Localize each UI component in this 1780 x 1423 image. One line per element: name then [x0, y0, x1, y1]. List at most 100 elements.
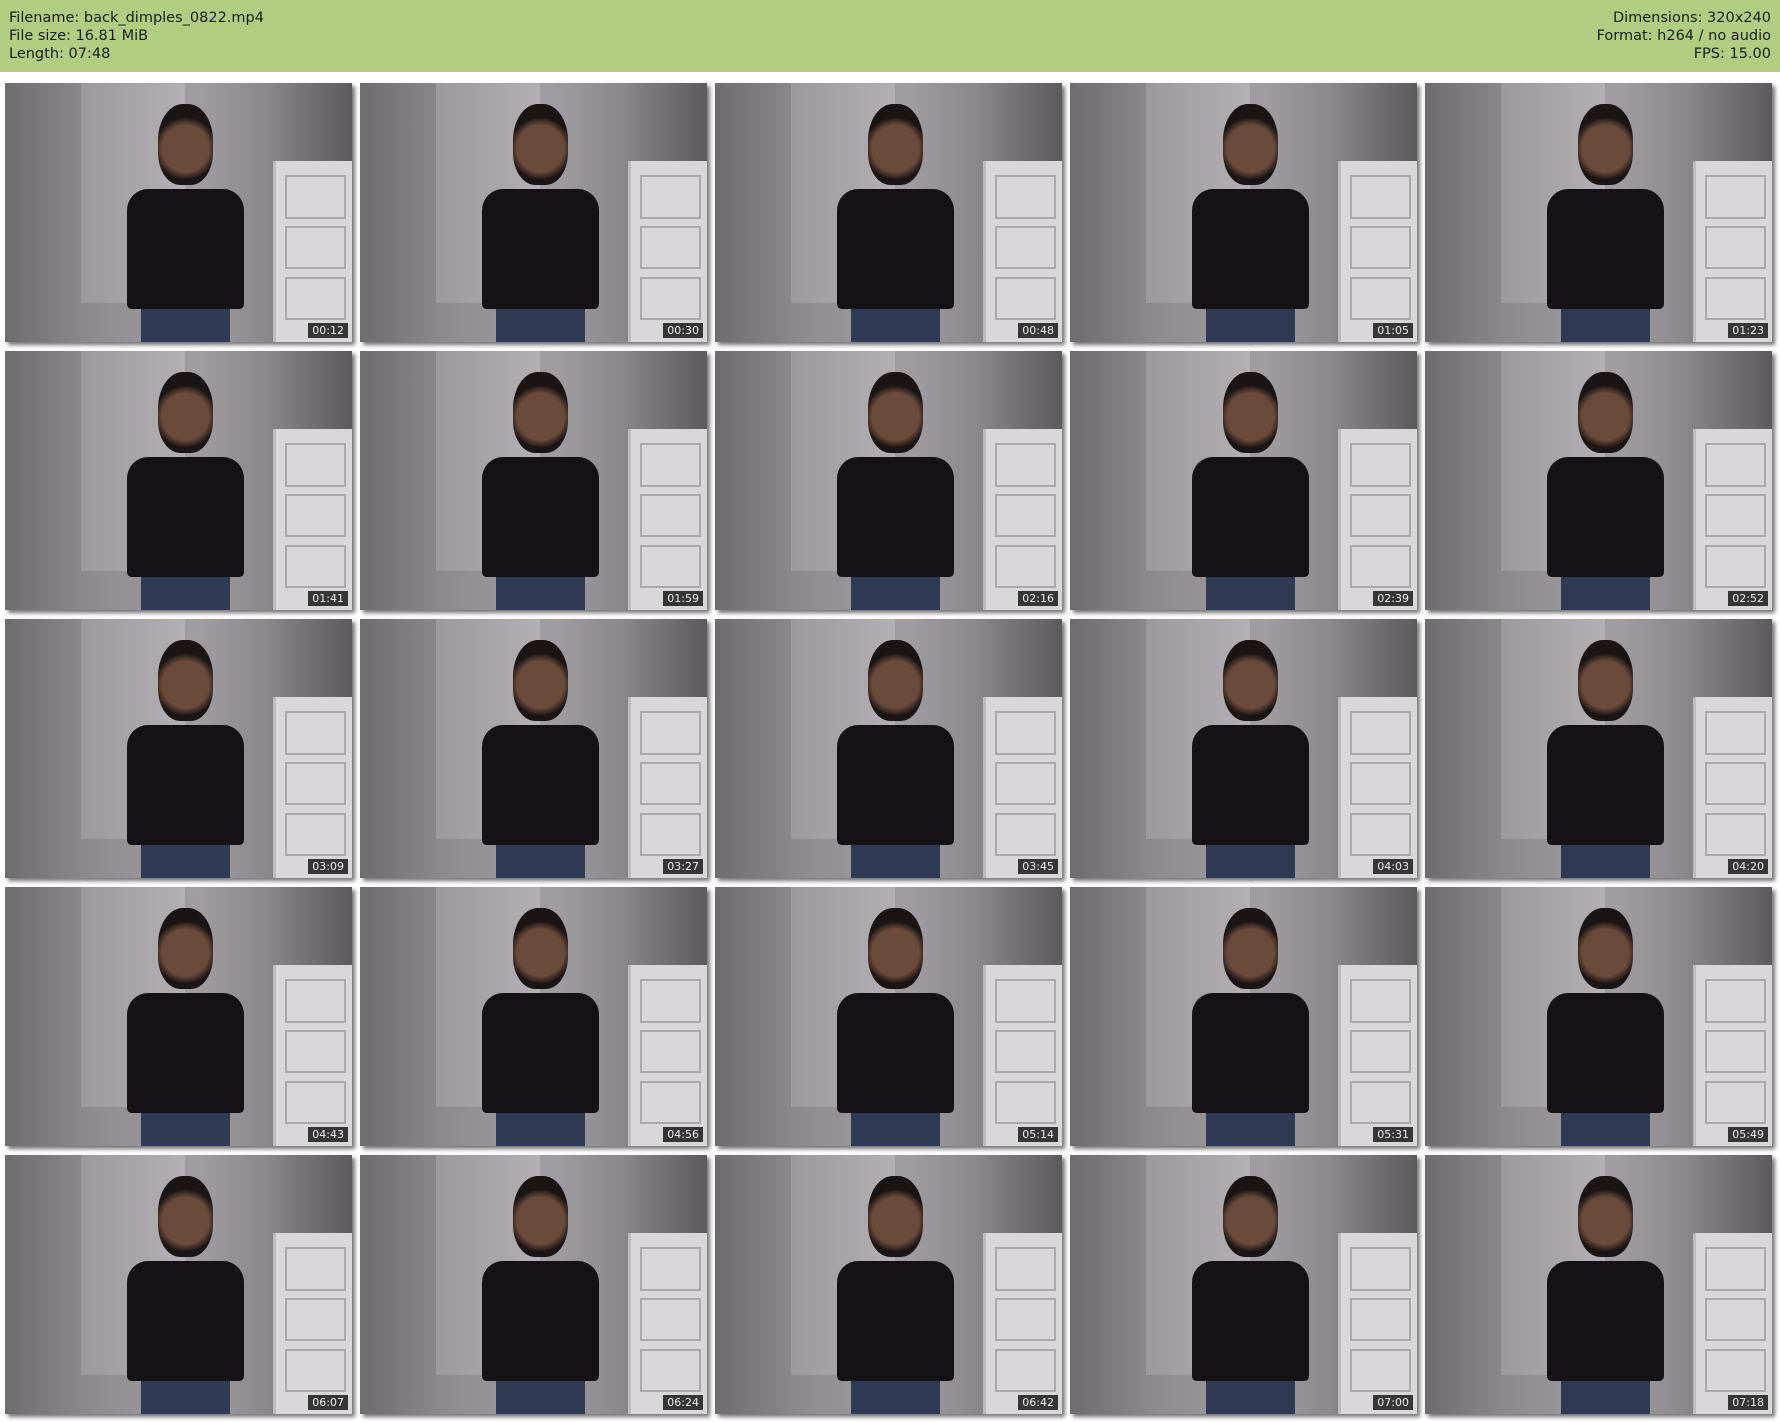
file-info-header: Filename: back_dimples_0822.mp4 File siz… [0, 0, 1780, 72]
thumbnail-grid: 00:12 00:30 00:48 01:05 01:23 01:41 01:59 02:16… [5, 83, 1772, 1414]
file-size: File size: 16.81 MiB [9, 28, 149, 44]
video-frame-thumbnail[interactable]: 01:23 [1425, 83, 1772, 342]
video-frame-thumbnail[interactable]: 06:07 [5, 1155, 352, 1414]
video-frame-thumbnail[interactable]: 04:43 [5, 887, 352, 1146]
video-frame-thumbnail[interactable]: 05:31 [1070, 887, 1417, 1146]
video-frame-thumbnail[interactable]: 05:14 [715, 887, 1062, 1146]
dresser [1692, 1232, 1772, 1414]
dresser [1337, 160, 1417, 342]
frame-timestamp: 06:24 [663, 1395, 703, 1410]
dresser [272, 428, 352, 610]
video-frame-thumbnail[interactable]: 06:24 [360, 1155, 707, 1414]
person-figure [1181, 103, 1320, 342]
frame-timestamp: 05:31 [1373, 1127, 1413, 1142]
frame-timestamp: 04:20 [1728, 859, 1768, 874]
video-frame-thumbnail[interactable]: 00:12 [5, 83, 352, 342]
filename: Filename: back_dimples_0822.mp4 [9, 10, 264, 26]
dresser [982, 160, 1062, 342]
format: Format: h264 / no audio [1596, 28, 1771, 44]
video-frame-thumbnail[interactable]: 00:48 [715, 83, 1062, 342]
frame-timestamp: 01:59 [663, 591, 703, 606]
frame-timestamp: 03:45 [1018, 859, 1058, 874]
video-frame-thumbnail[interactable]: 01:05 [1070, 83, 1417, 342]
person-figure [1536, 1175, 1675, 1414]
video-frame-thumbnail[interactable]: 02:16 [715, 351, 1062, 610]
frame-timestamp: 04:43 [308, 1127, 348, 1142]
dresser [272, 160, 352, 342]
person-figure [116, 639, 255, 878]
video-frame-thumbnail[interactable]: 03:27 [360, 619, 707, 878]
frame-timestamp: 01:41 [308, 591, 348, 606]
frame-timestamp: 01:23 [1728, 323, 1768, 338]
video-frame-thumbnail[interactable]: 01:41 [5, 351, 352, 610]
file-info-right: Dimensions: 320x240 Format: h264 / no au… [1597, 9, 1771, 63]
frame-timestamp: 06:07 [308, 1395, 348, 1410]
frame-timestamp: 00:30 [663, 323, 703, 338]
dresser [627, 428, 707, 610]
dresser [982, 428, 1062, 610]
frame-timestamp: 04:56 [663, 1127, 703, 1142]
person-figure [471, 639, 610, 878]
dresser [982, 964, 1062, 1146]
video-frame-thumbnail[interactable]: 03:45 [715, 619, 1062, 878]
person-figure [116, 371, 255, 610]
video-frame-thumbnail[interactable]: 04:03 [1070, 619, 1417, 878]
person-figure [1536, 371, 1675, 610]
dresser [1692, 160, 1772, 342]
dresser [1337, 428, 1417, 610]
video-frame-thumbnail[interactable]: 02:52 [1425, 351, 1772, 610]
person-figure [471, 1175, 610, 1414]
video-frame-thumbnail[interactable]: 01:59 [360, 351, 707, 610]
frame-timestamp: 00:48 [1018, 323, 1058, 338]
dresser [1692, 696, 1772, 878]
person-figure [826, 907, 965, 1146]
video-frame-thumbnail[interactable]: 07:18 [1425, 1155, 1772, 1414]
person-figure [826, 103, 965, 342]
video-frame-thumbnail[interactable]: 05:49 [1425, 887, 1772, 1146]
person-figure [826, 371, 965, 610]
person-figure [116, 103, 255, 342]
video-frame-thumbnail[interactable]: 04:56 [360, 887, 707, 1146]
frame-timestamp: 02:52 [1728, 591, 1768, 606]
person-figure [1181, 907, 1320, 1146]
dimensions: Dimensions: 320x240 [1612, 10, 1771, 26]
fps: FPS: 15.00 [1693, 46, 1771, 62]
frame-timestamp: 04:03 [1373, 859, 1413, 874]
dresser [1337, 696, 1417, 878]
person-figure [471, 103, 610, 342]
dresser [1692, 428, 1772, 610]
dresser [1337, 964, 1417, 1146]
frame-timestamp: 07:00 [1373, 1395, 1413, 1410]
dresser [272, 964, 352, 1146]
person-figure [116, 1175, 255, 1414]
video-frame-thumbnail[interactable]: 06:42 [715, 1155, 1062, 1414]
dresser [627, 964, 707, 1146]
dresser [627, 1232, 707, 1414]
person-figure [1181, 1175, 1320, 1414]
person-figure [1536, 103, 1675, 342]
person-figure [1536, 639, 1675, 878]
person-figure [826, 1175, 965, 1414]
video-frame-thumbnail[interactable]: 03:09 [5, 619, 352, 878]
frame-timestamp: 03:27 [663, 859, 703, 874]
dresser [982, 696, 1062, 878]
frame-timestamp: 02:16 [1018, 591, 1058, 606]
dresser [272, 1232, 352, 1414]
person-figure [1181, 371, 1320, 610]
frame-timestamp: 02:39 [1373, 591, 1413, 606]
dresser [627, 160, 707, 342]
video-frame-thumbnail[interactable]: 07:00 [1070, 1155, 1417, 1414]
dresser [1692, 964, 1772, 1146]
video-frame-thumbnail[interactable]: 02:39 [1070, 351, 1417, 610]
person-figure [471, 907, 610, 1146]
person-figure [116, 907, 255, 1146]
video-frame-thumbnail[interactable]: 04:20 [1425, 619, 1772, 878]
person-figure [826, 639, 965, 878]
dresser [982, 1232, 1062, 1414]
frame-timestamp: 07:18 [1728, 1395, 1768, 1410]
file-info-left: Filename: back_dimples_0822.mp4 File siz… [9, 9, 264, 63]
dresser [272, 696, 352, 878]
frame-timestamp: 01:05 [1373, 323, 1413, 338]
video-frame-thumbnail[interactable]: 00:30 [360, 83, 707, 342]
frame-timestamp: 06:42 [1018, 1395, 1058, 1410]
